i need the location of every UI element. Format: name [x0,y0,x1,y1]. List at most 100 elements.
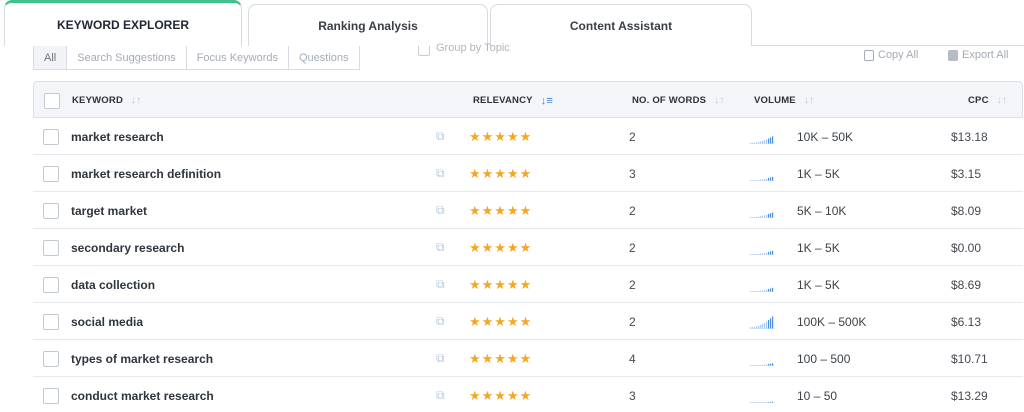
volume-range: 5K – 10K [797,203,847,218]
cpc-value: $10.71 [951,351,988,366]
table-header: KEYWORD ↓↑ RELEVANCY ↓≡ NO. OF WORDS ↓↑ … [33,81,1023,118]
tab-keyword-explorer[interactable]: KEYWORD EXPLORER [4,0,242,46]
row-checkbox[interactable] [43,165,59,182]
volume-sparkline [750,362,774,366]
relevancy-stars: ★★★★★ [469,313,533,329]
volume-sparkline [750,135,774,144]
volume-sparkline [750,287,774,292]
relevancy-stars: ★★★★★ [469,276,533,292]
copy-all-button[interactable]: Copy All [864,49,918,61]
word-count: 3 [629,166,636,181]
table-row[interactable]: secondary research ⧉ ★★★★★ 2 1K – 5K $0.… [33,229,1023,266]
table-row[interactable]: market research ⧉ ★★★★★ 2 10K – 50K $13.… [33,118,1023,155]
filter-search-suggestions[interactable]: Search Suggestions [67,46,187,70]
cpc-value: $6.13 [951,314,982,329]
col-cpc[interactable]: CPC ↓↑ [968,82,1007,119]
sort-arrows-icon[interactable]: ↓↑ [804,95,814,106]
tab-bar: KEYWORD EXPLORER Ranking Analysis Conten… [0,0,1024,46]
word-count: 4 [629,351,636,366]
external-link-icon[interactable]: ⧉ [436,155,445,192]
keyword-text: social media [71,314,144,329]
external-link-icon[interactable]: ⧉ [436,192,445,229]
row-checkbox[interactable] [43,239,59,256]
external-link-icon[interactable]: ⧉ [436,118,445,155]
row-checkbox[interactable] [43,313,59,330]
col-volume-label: VOLUME [754,95,796,106]
select-all-cell [44,82,60,119]
relevancy-stars: ★★★★★ [469,202,533,218]
table-row[interactable]: conduct market research ⧉ ★★★★★ 3 10 – 5… [33,377,1023,412]
sort-descending-icon[interactable]: ↓≡ [541,95,553,107]
word-count: 2 [629,129,636,144]
keyword-text: market research [71,129,164,144]
external-link-icon[interactable]: ⧉ [436,266,445,303]
volume-sparkline [750,211,774,218]
table-row[interactable]: types of market research ⧉ ★★★★★ 4 100 –… [33,340,1023,377]
filter-questions[interactable]: Questions [289,46,360,70]
col-cpc-label: CPC [968,95,989,106]
external-link-icon[interactable]: ⧉ [436,377,445,412]
keyword-text: market research definition [71,166,222,181]
tab-ranking-analysis[interactable]: Ranking Analysis [248,4,488,46]
spark-bar [772,135,774,144]
spark-bar [764,322,766,329]
spark-bar [766,320,768,329]
select-all-checkbox[interactable] [44,92,60,109]
spark-bar [770,317,772,329]
external-link-icon[interactable]: ⧉ [436,229,445,266]
volume-range: 10K – 50K [797,129,854,144]
volume-range: 1K – 5K [797,240,840,255]
row-checkbox[interactable] [43,276,59,293]
filter-focus-keywords[interactable]: Focus Keywords [186,46,289,70]
col-words[interactable]: NO. OF WORDS ↓↑ [632,82,725,119]
word-count: 2 [629,314,636,329]
table-row[interactable]: target market ⧉ ★★★★★ 2 5K – 10K $8.09 [33,192,1023,229]
group-by-topic-label: Group by Topic [436,42,510,54]
col-relevancy[interactable]: RELEVANCY ↓≡ [473,82,553,119]
table-row[interactable]: social media ⧉ ★★★★★ 2 100K – 500K $6.13 [33,303,1023,340]
cpc-value: $8.69 [951,277,982,292]
sort-arrows-icon[interactable]: ↓↑ [131,95,141,106]
export-icon [948,49,958,61]
keyword-text: conduct market research [71,388,214,403]
keyword-text: target market [71,203,148,218]
word-count: 2 [629,277,636,292]
cpc-value: $0.00 [951,240,982,255]
external-link-icon[interactable]: ⧉ [436,303,445,340]
keyword-text: data collection [71,277,156,292]
table-row[interactable]: market research definition ⧉ ★★★★★ 3 1K … [33,155,1023,192]
tab-content-assistant[interactable]: Content Assistant [490,4,752,46]
word-count: 3 [629,388,636,403]
table-body: market research ⧉ ★★★★★ 2 10K – 50K $13.… [33,118,1023,412]
row-checkbox[interactable] [43,350,59,367]
export-all-label: Export All [962,49,1009,61]
external-link-icon[interactable]: ⧉ [436,340,445,377]
col-volume[interactable]: VOLUME ↓↑ [754,82,814,119]
row-checkbox[interactable] [43,202,59,219]
row-checkbox[interactable] [43,128,59,145]
relevancy-stars: ★★★★★ [469,350,533,366]
relevancy-stars: ★★★★★ [469,239,533,255]
volume-range: 10 – 50 [797,388,838,403]
group-by-topic-checkbox[interactable] [418,46,430,56]
copy-icon [864,49,874,61]
volume-range: 1K – 5K [797,166,840,181]
sort-arrows-icon[interactable]: ↓↑ [714,95,724,106]
volume-sparkline [750,176,774,181]
group-by-topic-toggle[interactable]: Group by Topic [418,42,510,56]
spark-bar [768,319,770,329]
word-count: 2 [629,240,636,255]
filter-all[interactable]: All [33,46,68,70]
sort-arrows-icon[interactable]: ↓↑ [997,95,1007,106]
cpc-value: $8.09 [951,203,982,218]
cpc-value: $13.18 [951,129,988,144]
table-row[interactable]: data collection ⧉ ★★★★★ 2 1K – 5K $8.69 [33,266,1023,303]
copy-all-label: Copy All [878,49,919,61]
export-all-button[interactable]: Export All [948,49,1008,61]
spark-bar [768,137,770,144]
volume-sparkline [750,401,774,403]
row-checkbox[interactable] [43,387,59,404]
col-keyword[interactable]: KEYWORD ↓↑ [72,82,141,119]
tabbar-divider [752,45,1024,46]
volume-sparkline [750,250,774,255]
